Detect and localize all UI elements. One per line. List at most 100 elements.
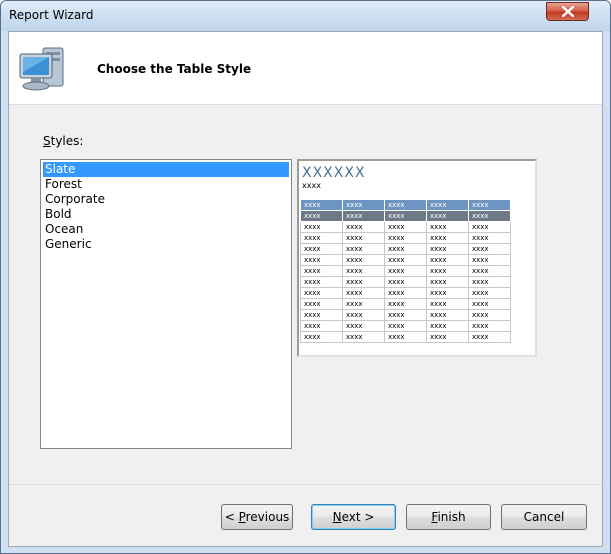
preview-table-cell: xxxx [300, 254, 343, 266]
preview-table-cell: xxxx [342, 232, 385, 244]
preview-table-row: xxxx xxxx xxxx xxxx xxxx [300, 199, 511, 211]
preview-table-cell: xxxx [468, 210, 511, 222]
finish-button[interactable]: Finish [406, 504, 491, 530]
preview-table-cell: xxxx [426, 243, 469, 255]
preview-table-cell: xxxx [468, 309, 511, 321]
preview-table-row: xxxx xxxx xxxx xxxx xxxx [300, 276, 511, 288]
page-title: Choose the Table Style [97, 62, 252, 76]
wizard-body: Choose the Table Style Styles: Slate For… [8, 31, 603, 547]
preview-table-cell: xxxx [426, 210, 469, 222]
preview-table-cell: xxxx [300, 232, 343, 244]
preview-table-cell: xxxx [468, 331, 511, 343]
preview-table-cell: xxxx [468, 243, 511, 255]
preview-table-cell: xxxx [300, 320, 343, 332]
preview-table-cell: xxxx [426, 232, 469, 244]
preview-table-cell: xxxx [342, 276, 385, 288]
preview-table-cell: xxxx [384, 243, 427, 255]
preview-table-cell: xxxx [426, 309, 469, 321]
preview-table-cell: xxxx [342, 265, 385, 277]
close-button[interactable] [546, 2, 589, 21]
window-title: Report Wizard [9, 8, 94, 22]
preview-table-cell: xxxx [342, 254, 385, 266]
preview-table-row: xxxx xxxx xxxx xxxx xxxx [300, 243, 511, 255]
preview-table-cell: xxxx [342, 331, 385, 343]
preview-table-cell: xxxx [468, 221, 511, 233]
preview-table-cell: xxxx [426, 287, 469, 299]
preview-table-row: xxxx xxxx xxxx xxxx xxxx [300, 265, 511, 277]
preview-subtitle: xxxx [302, 181, 321, 190]
preview-table-cell: xxxx [300, 276, 343, 288]
list-item[interactable]: Ocean [43, 222, 289, 237]
preview-table-cell: xxxx [342, 309, 385, 321]
previous-button[interactable]: < Previous [221, 504, 293, 530]
list-item[interactable]: Forest [43, 177, 289, 192]
preview-table-row: xxxx xxxx xxxx xxxx xxxx [300, 210, 511, 222]
preview-table-row: xxxx xxxx xxxx xxxx xxxx [300, 254, 511, 266]
preview-table-cell: xxxx [384, 199, 427, 211]
preview-table-cell: xxxx [468, 287, 511, 299]
preview-table-cell: xxxx [384, 232, 427, 244]
preview-table-cell: xxxx [468, 320, 511, 332]
preview-table-cell: xxxx [300, 309, 343, 321]
preview-table-cell: xxxx [468, 276, 511, 288]
wizard-header: Choose the Table Style [9, 32, 602, 105]
footer-divider [9, 484, 602, 485]
preview-table-cell: xxxx [426, 254, 469, 266]
preview-table-cell: xxxx [384, 298, 427, 310]
preview-table-row: xxxx xxxx xxxx xxxx xxxx [300, 331, 511, 343]
preview-table-cell: xxxx [384, 221, 427, 233]
preview-table-cell: xxxx [342, 298, 385, 310]
preview-table-cell: xxxx [342, 210, 385, 222]
close-icon [562, 6, 574, 17]
preview-table-cell: xxxx [468, 199, 511, 211]
preview-table-cell: xxxx [426, 298, 469, 310]
preview-table-cell: xxxx [426, 276, 469, 288]
preview-table-row: xxxx xxxx xxxx xxxx xxxx [300, 221, 511, 233]
list-item[interactable]: Corporate [43, 192, 289, 207]
styles-label: Styles: [43, 134, 84, 148]
preview-table-cell: xxxx [300, 331, 343, 343]
computer-icon [19, 47, 64, 91]
preview-table-cell: xxxx [426, 331, 469, 343]
preview-table-cell: xxxx [468, 298, 511, 310]
preview-table-row: xxxx xxxx xxxx xxxx xxxx [300, 298, 511, 310]
preview-table-cell: xxxx [426, 265, 469, 277]
preview-table-cell: xxxx [342, 287, 385, 299]
preview-table-cell: xxxx [300, 199, 343, 211]
preview-table-cell: xxxx [342, 320, 385, 332]
preview-table-cell: xxxx [384, 276, 427, 288]
preview-table-cell: xxxx [468, 254, 511, 266]
style-preview: XXXXXX xxxx xxxx xxxx xxxx xxxx xxxx xxxx xxxx… [297, 159, 537, 357]
preview-table-cell: xxxx [468, 232, 511, 244]
preview-table-cell: xxxx [342, 221, 385, 233]
preview-table-cell: xxxx [384, 287, 427, 299]
preview-table-row: xxxx xxxx xxxx xxxx xxxx [300, 287, 511, 299]
list-item[interactable]: Bold [43, 207, 289, 222]
preview-table-cell: xxxx [426, 221, 469, 233]
preview-table-cell: xxxx [426, 199, 469, 211]
cancel-button[interactable]: Cancel [501, 504, 587, 530]
preview-table-cell: xxxx [384, 309, 427, 321]
list-item[interactable]: Generic [43, 237, 289, 252]
preview-table: xxxx xxxx xxxx xxxx xxxx xxxx xxxx xxxx xxxx xxxx… [300, 199, 511, 343]
title-bar[interactable]: Report Wizard [1, 1, 610, 31]
report-wizard-window: Report Wizard Choose the Table Style Sty… [0, 0, 611, 554]
preview-table-cell: xxxx [342, 199, 385, 211]
preview-table-row: xxxx xxxx xxxx xxxx xxxx [300, 232, 511, 244]
preview-table-cell: xxxx [468, 265, 511, 277]
preview-table-cell: xxxx [300, 298, 343, 310]
styles-listbox[interactable]: Slate Forest Corporate Bold Ocean Generi… [40, 159, 292, 449]
preview-table-cell: xxxx [384, 265, 427, 277]
preview-table-cell: xxxx [342, 243, 385, 255]
preview-table-cell: xxxx [300, 265, 343, 277]
preview-table-cell: xxxx [300, 287, 343, 299]
preview-table-cell: xxxx [384, 254, 427, 266]
preview-table-cell: xxxx [384, 210, 427, 222]
next-button[interactable]: Next > [311, 504, 396, 530]
list-item[interactable]: Slate [43, 162, 289, 177]
preview-table-cell: xxxx [300, 221, 343, 233]
preview-table-cell: xxxx [384, 320, 427, 332]
preview-table-row: xxxx xxxx xxxx xxxx xxxx [300, 309, 511, 321]
preview-table-cell: xxxx [426, 320, 469, 332]
preview-table-cell: xxxx [300, 210, 343, 222]
